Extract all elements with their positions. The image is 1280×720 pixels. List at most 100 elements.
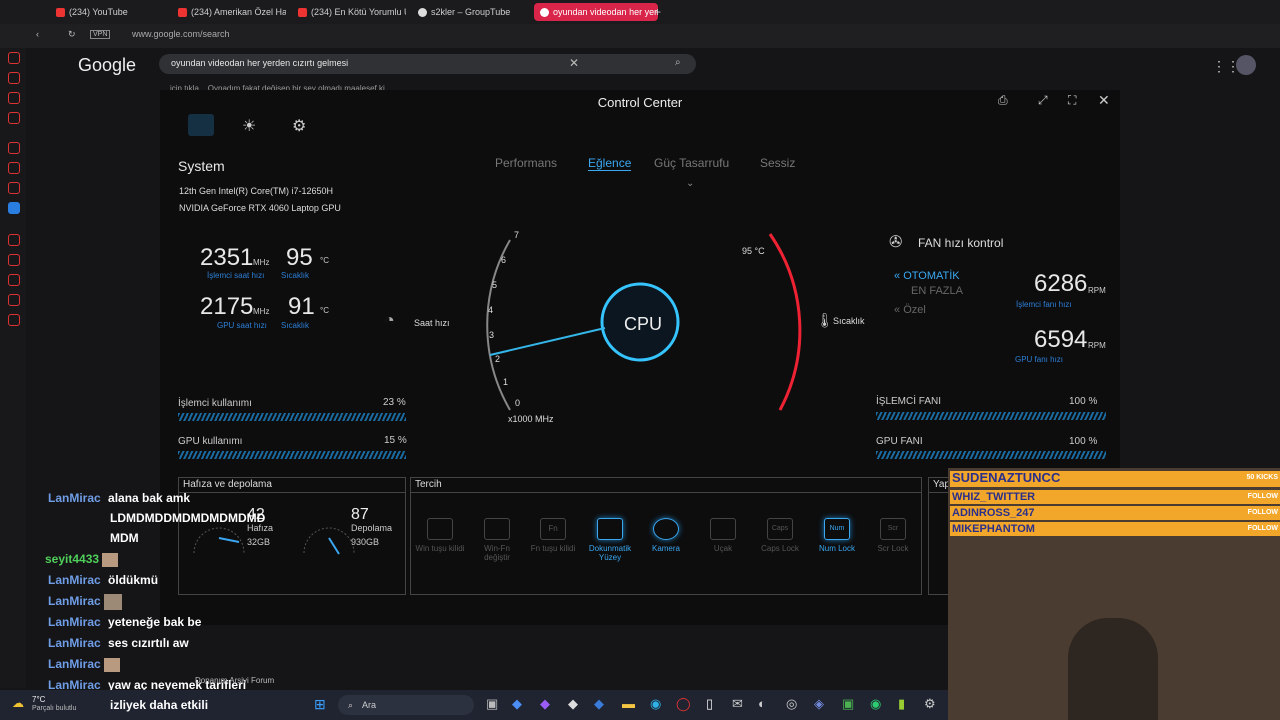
app-icon[interactable]: ▮ (898, 696, 905, 712)
edge-icon[interactable]: ◉ (650, 696, 661, 712)
cpu-temp-value: 95 (286, 244, 313, 271)
gpu-usage-label: GPU kullanımı (178, 436, 243, 447)
win-fn-swap-toggle[interactable]: Win-Fn değiştir (472, 518, 522, 562)
mode-performans[interactable]: Performans (495, 156, 557, 170)
mode-eglence[interactable]: Eğlence (588, 156, 632, 171)
app-icon[interactable]: ◆ (568, 696, 578, 712)
fan-mode-max[interactable]: EN FAZLA (911, 285, 963, 297)
cat-emote-icon (102, 552, 119, 567)
discord-icon[interactable]: ◈ (814, 696, 824, 712)
app-icon[interactable]: ▯ (706, 696, 713, 712)
system-tab-icon[interactable] (188, 114, 214, 136)
sidebar-icon[interactable] (8, 142, 20, 154)
memory-size: 32GB (247, 537, 271, 547)
chat-message: LDMDMDDMDMDMDMDMD (110, 511, 266, 525)
settings-icon[interactable]: ⚙ (924, 696, 936, 712)
gpu-fan-rpm: 6594 (1034, 326, 1088, 353)
back-icon[interactable]: ‹ (36, 29, 39, 39)
fan-tab-icon[interactable]: ⚙ (292, 116, 306, 136)
gauge-tick-0: 0 (515, 398, 521, 408)
weather-icon: ☁ (12, 696, 24, 710)
caps-lock-toggle[interactable]: Caps Caps Lock (755, 518, 805, 553)
tab-youtube[interactable]: (234) YouTube (56, 3, 128, 21)
sub-alert: SUDENAZTUNCC 50 KICKS (950, 471, 1280, 487)
folder-icon[interactable]: ▬ (622, 696, 635, 711)
mode-guc-tasarrufu[interactable]: Güç Tasarrufu (654, 156, 729, 170)
taskbar-search[interactable]: ⌕ Ara (338, 695, 474, 715)
expand-icon[interactable]: ⤢ (1038, 93, 1048, 108)
sidebar-icon[interactable] (8, 254, 20, 266)
windows-start-icon[interactable]: ⊞ (314, 696, 326, 713)
sidebar-icon[interactable] (8, 92, 20, 104)
tab-amerikan[interactable]: (234) Amerikan Özel Hare... (178, 3, 286, 21)
sidebar-icon[interactable] (8, 314, 20, 326)
num-lock-icon: Num (824, 518, 850, 540)
clear-icon[interactable]: ✕ (569, 56, 579, 70)
sidebar-icon[interactable] (8, 52, 20, 64)
num-lock-toggle[interactable]: Num Num Lock (812, 518, 862, 553)
fan-control-title: FAN hızı kontrol (918, 236, 1004, 250)
sidebar-icon[interactable] (8, 182, 20, 194)
airplane-mode-toggle[interactable]: Uçak (698, 518, 748, 553)
app-icon[interactable]: ◆ (512, 696, 522, 712)
sidebar-icon[interactable] (8, 234, 20, 246)
fn-swap-icon (484, 518, 510, 540)
search-icon: ⌕ (348, 700, 354, 710)
camera-toggle[interactable]: Kamera (641, 518, 691, 553)
app-icon[interactable]: ◆ (594, 696, 604, 712)
search-icon[interactable]: ⌕ (675, 57, 681, 68)
sidebar-icon[interactable] (8, 202, 20, 214)
app-icon[interactable]: ◉ (870, 696, 881, 712)
chat-message: MDM (110, 531, 139, 545)
avatar[interactable] (1236, 55, 1256, 75)
tab-en-kotu[interactable]: (234) En Kötü Yorumlu Ür... (298, 3, 406, 21)
sidebar-icon[interactable] (8, 162, 20, 174)
win-key-lock-toggle[interactable]: Win tuşu kilidi (415, 518, 465, 553)
sidebar-icon[interactable] (8, 72, 20, 84)
chat-message: LanMirac (48, 594, 123, 610)
display-tab-icon[interactable]: ☀ (242, 116, 256, 136)
cpu-clock-label: İşlemci saat hızı (207, 271, 265, 280)
new-tab-button[interactable]: + (654, 3, 661, 21)
sidebar-icon[interactable] (8, 112, 20, 124)
reload-icon[interactable]: ↻ (68, 29, 76, 40)
export-icon[interactable]: ⎙ (998, 93, 1008, 108)
fan-mode-custom[interactable]: « Özel (894, 304, 926, 316)
airplane-icon (710, 518, 736, 540)
opera-icon[interactable]: ◯ (676, 696, 691, 712)
emote-icon (104, 594, 123, 610)
sidebar-icon[interactable] (8, 294, 20, 306)
steam-icon[interactable]: ◐ (758, 696, 766, 711)
mode-sessiz[interactable]: Sessiz (760, 156, 795, 170)
fn-lock-toggle[interactable]: Fn Fn tuşu kilidi (528, 518, 578, 553)
sidebar-icon[interactable] (8, 274, 20, 286)
fullscreen-icon[interactable]: ⛶ (1068, 93, 1076, 108)
tab-google-search[interactable]: oyundan videodan her yer... (534, 3, 658, 21)
gpu-name: NVIDIA GeForce RTX 4060 Laptop GPU (179, 203, 341, 213)
url-text[interactable]: www.google.com/search (132, 29, 230, 39)
google-logo[interactable]: Google (78, 55, 136, 76)
chat-message: LanMirac ses cızırtılı aw (48, 636, 189, 650)
app-icon[interactable]: ◆ (540, 696, 550, 712)
task-view-icon[interactable]: ▣ (486, 696, 498, 712)
cpu-clock-value: 2351 (200, 244, 254, 271)
fan-mode-auto[interactable]: « OTOMATİK (894, 270, 960, 282)
chat-message: izliyek daha etkili (110, 698, 209, 712)
weather-temp[interactable]: 7°C (32, 695, 45, 704)
search-input[interactable]: oyundan videodan her yerden cızırtı gelm… (159, 54, 696, 74)
app-icon[interactable]: ✉ (732, 696, 743, 712)
app-icon[interactable]: ◎ (786, 696, 797, 712)
vpn-badge[interactable]: VPN (90, 30, 111, 39)
memory-panel: Hafıza ve depolama 42 Hafıza 32GB 87 Dep… (178, 477, 406, 595)
cpu-usage-bar (178, 413, 406, 421)
close-icon[interactable]: ✕ (1098, 92, 1110, 109)
weather-desc[interactable]: Parçalı bulutlu (32, 705, 76, 712)
app-icon[interactable]: ▣ (842, 696, 854, 712)
touchpad-toggle[interactable]: Dokunmatik Yüzey (585, 518, 635, 562)
cpu-usage-value: 23 % (383, 397, 406, 408)
scroll-lock-toggle[interactable]: Scr Scr Lock (868, 518, 918, 553)
cpu-name: 12th Gen Intel(R) Core(TM) i7-12650H (179, 186, 334, 196)
tab-grouptube[interactable]: s2kler – GroupTube (418, 3, 510, 21)
chevron-down-icon[interactable]: ⌄ (686, 178, 694, 189)
address-bar: ‹ ↻ VPN www.google.com/search (0, 24, 1280, 48)
